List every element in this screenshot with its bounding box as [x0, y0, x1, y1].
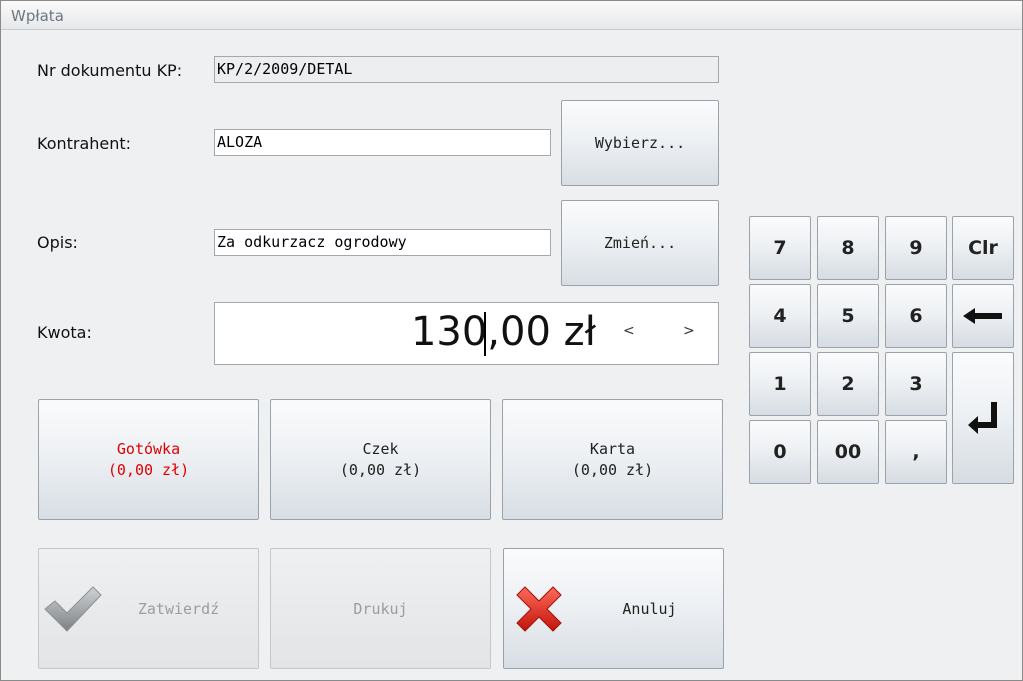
cancel-button[interactable]: Anuluj	[503, 548, 724, 669]
arrow-left-icon	[963, 308, 1002, 324]
key-comma[interactable]: ,	[885, 420, 947, 484]
card-amount: (0,00 zł)	[571, 461, 654, 479]
select-contractor-button[interactable]: Wybierz...	[561, 100, 719, 186]
key-6[interactable]: 6	[885, 284, 947, 348]
contractor-field[interactable]: ALOZA	[214, 129, 551, 156]
key-enter[interactable]	[952, 352, 1014, 484]
key-00[interactable]: 00	[817, 420, 879, 484]
checkmark-icon	[44, 586, 102, 632]
cash-amount: (0,00 zł)	[107, 461, 190, 479]
doc-number-field: KP/2/2009/DETAL	[214, 56, 719, 83]
doc-number-label: Nr dokumentu KP:	[37, 61, 183, 80]
card-label: Karta	[589, 440, 636, 458]
amount-label: Kwota:	[37, 323, 92, 342]
contractor-label: Kontrahent:	[37, 134, 132, 153]
print-button[interactable]: Drukuj	[270, 548, 491, 669]
card-button[interactable]: Karta (0,00 zł)	[502, 399, 723, 520]
text-caret	[484, 312, 486, 356]
key-7[interactable]: 7	[749, 216, 811, 280]
key-9[interactable]: 9	[885, 216, 947, 280]
amount-field[interactable]: 130,00 zł < >	[214, 302, 719, 365]
change-description-button[interactable]: Zmień...	[561, 200, 719, 286]
cancel-label: Anuluj	[622, 599, 677, 618]
key-2[interactable]: 2	[817, 352, 879, 416]
amount-value: 130,00 zł	[410, 309, 596, 355]
check-amount: (0,00 zł)	[339, 461, 422, 479]
key-5[interactable]: 5	[817, 284, 879, 348]
cash-label: Gotówka	[116, 440, 181, 458]
enter-icon	[968, 402, 997, 434]
check-label: Czek	[362, 440, 399, 458]
amount-prev-arrow[interactable]: <	[623, 323, 635, 339]
key-3[interactable]: 3	[885, 352, 947, 416]
title-bar: Wpłata	[1, 1, 1022, 30]
confirm-label: Zatwierdź	[137, 599, 220, 618]
check-button[interactable]: Czek (0,00 zł)	[270, 399, 491, 520]
payment-dialog: Wpłata Nr dokumentu KP: Kontrahent: Opis…	[0, 0, 1023, 681]
window-title: Wpłata	[11, 7, 64, 25]
amount-next-arrow[interactable]: >	[683, 323, 695, 339]
key-1[interactable]: 1	[749, 352, 811, 416]
cross-icon	[516, 586, 562, 632]
print-label: Drukuj	[353, 599, 408, 618]
key-4[interactable]: 4	[749, 284, 811, 348]
key-clear[interactable]: Clr	[952, 216, 1014, 280]
confirm-button[interactable]: Zatwierdź	[38, 548, 259, 669]
cash-button[interactable]: Gotówka (0,00 zł)	[38, 399, 259, 520]
key-backspace[interactable]	[952, 284, 1014, 348]
key-8[interactable]: 8	[817, 216, 879, 280]
description-label: Opis:	[37, 233, 78, 252]
key-0[interactable]: 0	[749, 420, 811, 484]
description-field[interactable]: Za odkurzacz ogrodowy	[214, 229, 551, 256]
